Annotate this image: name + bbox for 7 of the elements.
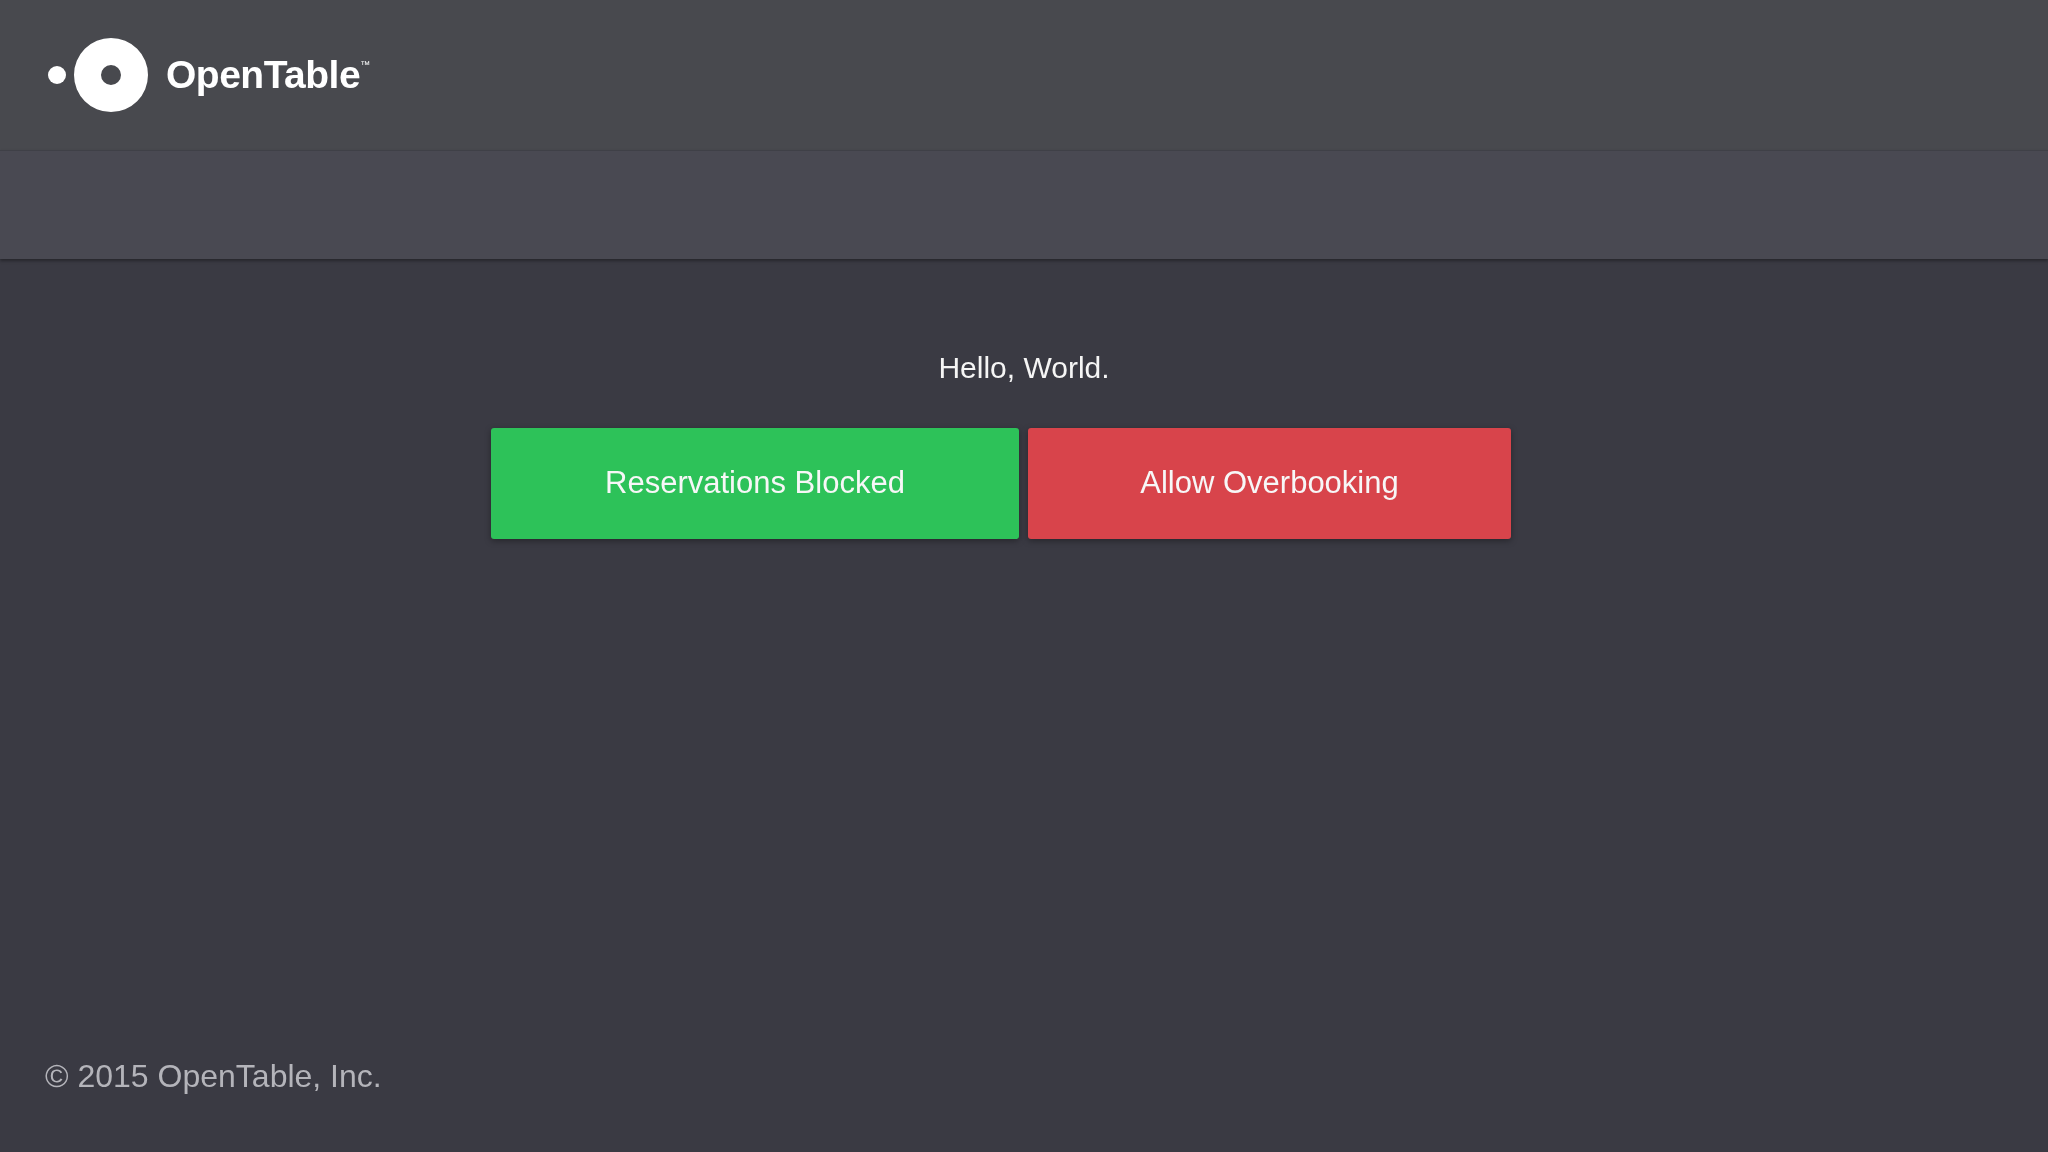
ring-and-dot-icon [48,38,148,112]
action-button[interactable]: Reservations Blocked [491,428,1019,539]
action-button[interactable]: Allow Overbooking [1028,428,1511,539]
logo-wordmark: OpenTable [166,53,361,97]
greeting-text: Hello, World. [938,350,1110,386]
copyright-text: © 2015 OpenTable, Inc. [45,1058,382,1094]
trademark-sign: ™ [360,59,371,71]
